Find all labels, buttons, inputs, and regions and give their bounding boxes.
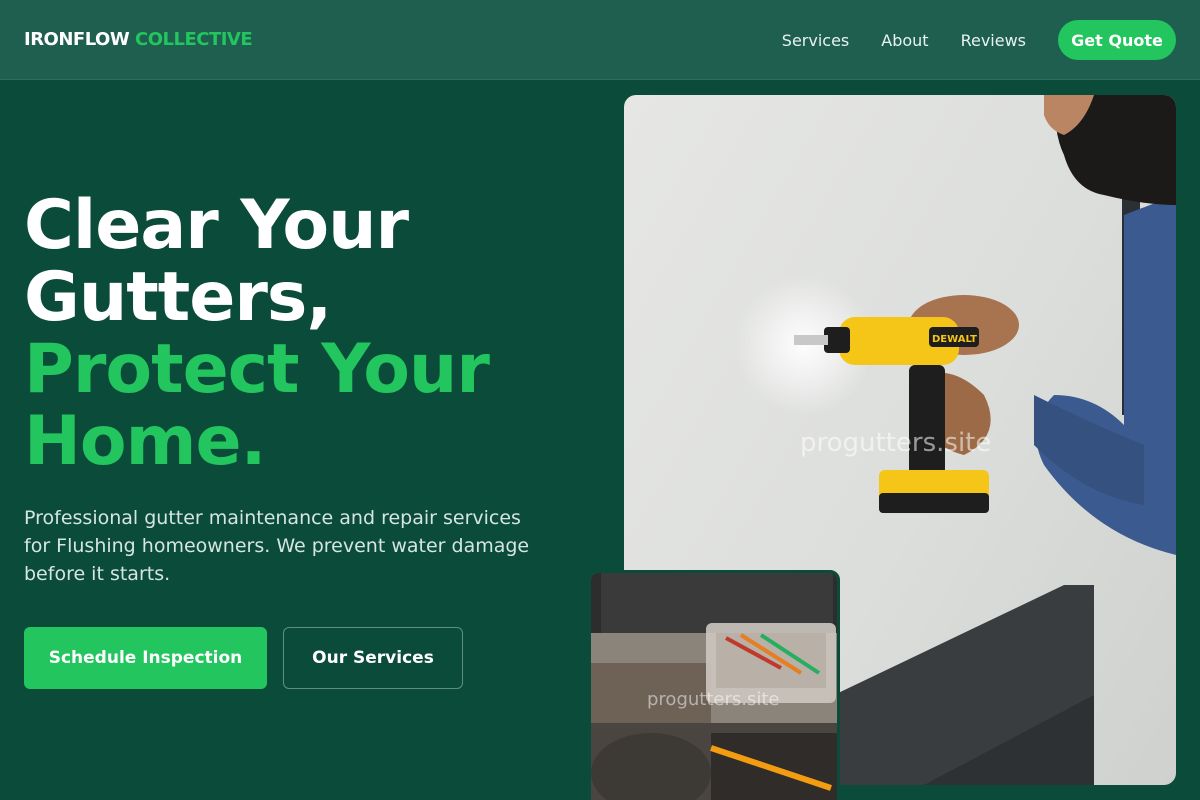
our-services-button[interactable]: Our Services [283,627,463,689]
nav-link-about[interactable]: About [881,31,928,50]
overlay-watermark: progutters.site [647,689,780,710]
site-header: IRONFLOW COLLECTIVE Services About Revie… [0,0,1200,80]
nav-link-reviews[interactable]: Reviews [961,31,1026,50]
main-nav: Services About Reviews Get Quote [782,20,1176,60]
image-watermark: progutters.site [800,428,992,458]
hero-subtext: Professional gutter maintenance and repa… [24,507,530,585]
toolbox-illustration [591,573,837,800]
headline-line-1: Clear Your [24,186,409,265]
brand-name-primary: IRONFLOW [24,29,130,50]
headline-line-4: Home. [24,402,266,481]
overlay-image-toolbox: progutters.site [588,570,840,800]
hero-headline: Clear Your Gutters, Protect Your Home. [24,186,490,481]
schedule-inspection-button[interactable]: Schedule Inspection [24,627,267,689]
get-quote-button[interactable]: Get Quote [1058,20,1176,60]
brand-logo[interactable]: IRONFLOW COLLECTIVE [24,29,253,50]
headline-line-3: Protect Your [24,330,490,409]
headline-line-2: Gutters, [24,258,332,337]
drill-brand-label: DEWALT [932,334,977,345]
brand-name-secondary: COLLECTIVE [135,29,253,50]
nav-link-services[interactable]: Services [782,31,849,50]
